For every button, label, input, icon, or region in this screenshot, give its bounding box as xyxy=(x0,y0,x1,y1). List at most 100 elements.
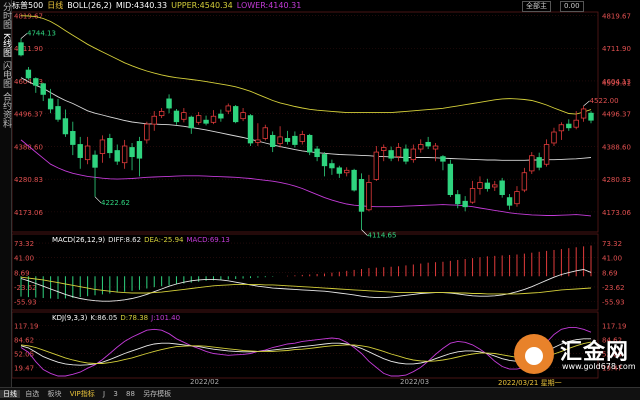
candle-down xyxy=(33,78,39,86)
candle-up xyxy=(240,112,246,120)
bottom-tab-daily[interactable]: 日线 xyxy=(0,390,20,398)
boll-upper-line xyxy=(20,15,592,115)
candle-down xyxy=(455,194,461,205)
candle-down xyxy=(114,150,120,162)
macd-header: MACD(26,12,9) DIFF:8.62 DEA:-25.94 MACD:69.… xyxy=(52,236,233,245)
candle-up xyxy=(410,148,417,161)
candle-down xyxy=(321,154,328,167)
zoom-value-button[interactable]: 0.00 xyxy=(560,1,584,12)
bottom-tab-3[interactable]: 3 xyxy=(110,390,120,398)
candle-down xyxy=(506,197,513,206)
candle-down xyxy=(62,118,69,135)
candle-down xyxy=(358,179,365,212)
main-ytick-right-label: 4388.60 xyxy=(602,143,631,151)
kdj-k-line xyxy=(20,338,591,366)
candle-up xyxy=(580,108,587,119)
macd-ytick-left-label: 73.32 xyxy=(14,240,34,248)
bottom-tab-save-template[interactable]: 另存模板 xyxy=(140,390,174,398)
candle-down xyxy=(284,138,291,142)
candle-up xyxy=(558,124,565,132)
macd-title: MACD(26,12,9) xyxy=(52,236,106,244)
main-ytick-left-label: 4173.06 xyxy=(14,209,43,217)
boll-mid-value: MID:4340.33 xyxy=(115,1,168,10)
sidebar-tab-kline[interactable]: K线图 xyxy=(0,31,13,59)
candle-down xyxy=(314,148,320,158)
main-ytick-right-label: 4711.90 xyxy=(602,45,631,53)
candle-down xyxy=(232,106,239,123)
extreme-value-label: 4522.00 xyxy=(590,97,619,105)
main-chart-toggle-button[interactable]: 全部主 xyxy=(522,1,551,12)
sidebar-tab-contract-info[interactable]: 合约资料 xyxy=(0,90,13,130)
extreme-value-label: 4114.65 xyxy=(368,232,397,240)
date-label-feb: 2022/02 xyxy=(190,378,220,386)
candle-up xyxy=(210,115,217,123)
bottom-tab-sector[interactable]: 板块 xyxy=(44,390,64,398)
candle-down xyxy=(462,200,468,208)
candle-up xyxy=(395,147,402,158)
kdj-ytick-left-label: 84.62 xyxy=(14,336,34,344)
candle-up xyxy=(381,147,387,151)
candle-down xyxy=(55,106,61,120)
kdj-ytick-left-label: 52.05 xyxy=(14,351,34,359)
macd-ytick-right-label: -55.93 xyxy=(602,299,625,307)
candle-up xyxy=(121,145,128,164)
candle-down xyxy=(292,135,298,145)
macd-ytick-right-label: -23.62 xyxy=(602,284,625,292)
candle-down xyxy=(484,182,491,189)
candle-up xyxy=(181,112,187,120)
bottom-tab-88[interactable]: 88 xyxy=(123,390,138,398)
candle-up xyxy=(277,136,283,144)
candle-down xyxy=(447,163,454,195)
macd-dif-line xyxy=(20,269,592,302)
date-label-mar: 2022/03 xyxy=(400,378,430,386)
candle-down xyxy=(247,115,254,144)
candle-down xyxy=(129,147,135,158)
kdj-k: K:86.05 xyxy=(90,314,118,322)
symbol-name: 标普500 xyxy=(12,1,44,10)
candle-down xyxy=(188,116,194,129)
candle-up xyxy=(344,169,350,174)
candle-down xyxy=(25,69,32,79)
candle-up xyxy=(151,115,157,125)
candle-down xyxy=(18,42,24,56)
main-ytick-right-extra-label: 4599.01 xyxy=(602,80,631,88)
extreme-value-label: 4222.62 xyxy=(101,199,130,207)
candle-up xyxy=(492,184,498,188)
candle-up xyxy=(418,144,424,150)
extreme-value-label: 4744.13 xyxy=(27,29,56,37)
candle-down xyxy=(336,167,343,174)
macd-panel-frame xyxy=(11,233,599,311)
sidebar-tab-flash[interactable]: 闪电图 xyxy=(0,59,13,90)
kdj-title: KDJ(9,3,3) xyxy=(52,314,88,322)
candle-down xyxy=(92,154,98,168)
main-ytick-right-label: 4496.37 xyxy=(602,111,631,119)
candle-down xyxy=(307,134,313,153)
candle-down xyxy=(166,98,172,109)
candle-up xyxy=(99,139,106,154)
candle-down xyxy=(403,148,409,162)
bottom-tab-j[interactable]: J xyxy=(100,390,108,398)
candle-down xyxy=(588,112,594,121)
candle-up xyxy=(469,188,476,203)
candle-up xyxy=(543,144,550,165)
candle-up xyxy=(255,139,261,143)
kdj-j: J:101.40 xyxy=(151,314,181,322)
main-ytick-right-label: 4280.83 xyxy=(602,176,631,184)
candle-up xyxy=(432,145,439,150)
candle-down xyxy=(269,134,276,148)
candle-up xyxy=(144,123,150,141)
candle-down xyxy=(107,138,113,154)
candle-down xyxy=(173,110,180,123)
candle-up xyxy=(262,127,268,139)
candle-down xyxy=(566,123,572,129)
macd-dif: DIFF:8.62 xyxy=(108,236,142,244)
candle-up xyxy=(373,151,380,180)
candle-down xyxy=(499,180,505,195)
candle-down xyxy=(70,131,76,145)
bottom-tab-vip-indicators[interactable]: VIP指标 xyxy=(67,390,98,398)
boll-params: BOLL(26,2) xyxy=(67,1,112,10)
macd-ytick-right-label: 41.00 xyxy=(602,255,622,263)
bottom-tab-watchlist[interactable]: 自选 xyxy=(22,390,42,398)
candle-up xyxy=(158,110,165,117)
candle-up xyxy=(84,145,91,161)
